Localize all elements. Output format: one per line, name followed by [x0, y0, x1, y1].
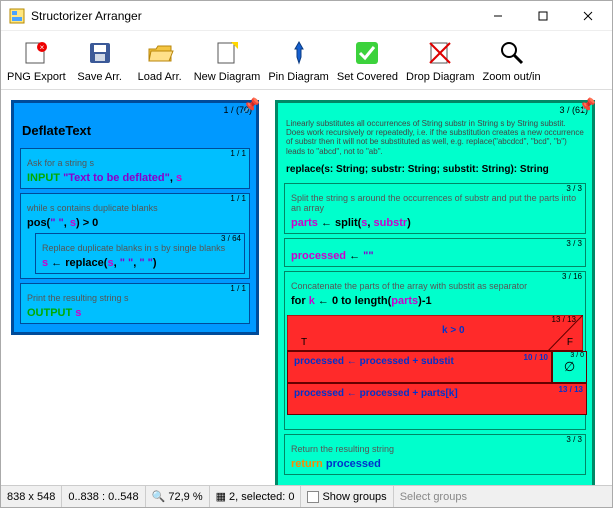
pin-icon — [283, 37, 315, 69]
block-count: 3 / 0 — [553, 352, 586, 359]
block-code: parts ← split(s, substr) — [285, 215, 585, 233]
new-doc-icon — [211, 37, 243, 69]
tool-label: Pin Diagram — [268, 71, 329, 83]
load-arr-button[interactable]: Load Arr. — [130, 35, 190, 85]
block-append-part[interactable]: 13 / 13 processed ← processed + parts[k] — [287, 383, 587, 415]
block-split[interactable]: 3 / 3 Split the string s around the occu… — [284, 183, 586, 234]
folder-open-icon — [144, 37, 176, 69]
show-groups-toggle[interactable]: Show groups — [301, 486, 393, 507]
close-button[interactable] — [565, 2, 610, 30]
new-diagram-button[interactable]: New Diagram — [190, 35, 265, 85]
zoom-icon: 🔍 — [152, 490, 166, 503]
tool-label: Drop Diagram — [406, 71, 474, 83]
empty-icon: ∅ — [553, 359, 586, 375]
block-input[interactable]: 1 / 1 Ask for a string s INPUT "Text to … — [20, 148, 250, 189]
block-count: 3 / 16 — [285, 272, 585, 281]
tool-label: New Diagram — [194, 71, 261, 83]
diagram-canvas[interactable]: 📌 1 / (70) DeflateText 1 / 1 Ask for a s… — [1, 90, 612, 485]
branch-condition[interactable]: 13 / 13 k > 0 T F 10 / 10 processed ← pr… — [287, 315, 583, 427]
block-code: OUTPUT s — [21, 305, 249, 323]
block-comment: Split the string s around the occurrence… — [285, 193, 585, 215]
block-count: 1 / 1 — [21, 149, 249, 158]
diagram-header-count: 1 / (70) — [14, 103, 256, 117]
block-count: 10 / 10 — [524, 353, 548, 362]
block-code: return processed — [285, 456, 585, 474]
tool-label: Save Arr. — [77, 71, 122, 83]
status-zoom: 🔍72,9 % — [146, 486, 210, 507]
set-covered-button[interactable]: Set Covered — [333, 35, 402, 85]
tool-label: Load Arr. — [138, 71, 182, 83]
diagram-title: DeflateText — [14, 117, 256, 148]
block-code: s ← replace(s, " ", " ") — [36, 255, 244, 273]
diagram-description: Linearly substitutes all occurrences of … — [278, 117, 592, 160]
minimize-button[interactable] — [475, 2, 520, 30]
zoom-icon — [496, 37, 528, 69]
block-comment: while s contains duplicate blanks — [21, 203, 249, 215]
block-comment: Return the resulting string — [285, 444, 585, 456]
block-for[interactable]: 3 / 16 Concatenate the parts of the arra… — [284, 271, 586, 430]
condition-expr: k > 0 — [442, 325, 465, 336]
branch-true-body[interactable]: 10 / 10 processed ← processed + substit — [287, 351, 552, 383]
block-code: processed ← "" — [285, 248, 585, 266]
branch-true-label: T — [301, 337, 307, 348]
layers-icon: ▦ — [216, 490, 226, 503]
status-range: 0..838 : 0..548 — [62, 486, 145, 507]
block-count: 13 / 13 — [552, 315, 576, 324]
block-code: processed ← processed + parts[k] — [294, 388, 458, 399]
titlebar: Structorizer Arranger — [1, 1, 612, 31]
window-title: Structorizer Arranger — [31, 9, 475, 23]
export-icon: × — [20, 37, 52, 69]
tool-label: Set Covered — [337, 71, 398, 83]
tool-label: Zoom out/in — [482, 71, 540, 83]
diagram-signature: replace(s: String; substr: String; subst… — [278, 160, 592, 183]
block-comment: Print the resulting string s — [21, 293, 249, 305]
block-code: for k ← 0 to length(parts)-1 — [285, 293, 585, 311]
checkbox-icon — [307, 491, 319, 503]
diagram-deflatetext[interactable]: 📌 1 / (70) DeflateText 1 / 1 Ask for a s… — [11, 100, 259, 335]
drop-diagram-button[interactable]: Drop Diagram — [402, 35, 478, 85]
block-count: 1 / 1 — [21, 194, 249, 203]
branch-false-body[interactable]: 3 / 0 ∅ — [552, 351, 587, 383]
block-code: INPUT "Text to be deflated", s — [21, 170, 249, 188]
block-comment: Replace duplicate blanks in s by single … — [36, 243, 244, 255]
block-count: 1 / 1 — [21, 284, 249, 293]
png-export-button[interactable]: × PNG Export — [3, 35, 70, 85]
save-arr-button[interactable]: Save Arr. — [70, 35, 130, 85]
block-count: 3 / 3 — [285, 184, 585, 193]
status-selection: ▦2, selected: 0 — [210, 486, 302, 507]
block-code: processed ← processed + substit — [294, 356, 454, 367]
save-icon — [84, 37, 116, 69]
diagram-header-count: 3 / (61) — [278, 103, 592, 117]
branch-false-label: F — [567, 337, 573, 348]
check-icon — [351, 37, 383, 69]
drop-icon — [424, 37, 456, 69]
block-replace[interactable]: 3 / 64 Replace duplicate blanks in s by … — [35, 233, 245, 274]
select-groups-button[interactable]: Select groups — [394, 486, 473, 507]
block-code: pos(" ", s) > 0 — [21, 215, 249, 233]
block-count: 3 / 3 — [285, 239, 585, 248]
diagram-replace[interactable]: 📌 3 / (61) Linearly substitutes all occu… — [275, 100, 595, 485]
block-count: 3 / 64 — [36, 234, 244, 243]
pin-diagram-button[interactable]: Pin Diagram — [264, 35, 333, 85]
block-comment: Ask for a string s — [21, 158, 249, 170]
pin-icon: 📌 — [243, 97, 260, 114]
pin-icon: 📌 — [579, 97, 596, 114]
block-while[interactable]: 1 / 1 while s contains duplicate blanks … — [20, 193, 250, 279]
block-count: 13 / 13 — [559, 385, 583, 394]
block-count: 3 / 3 — [285, 435, 585, 444]
maximize-button[interactable] — [520, 2, 565, 30]
status-dimensions: 838 x 548 — [1, 486, 62, 507]
toolbar: × PNG Export Save Arr. Load Arr. New Dia… — [1, 31, 612, 90]
block-comment: Concatenate the parts of the array with … — [285, 281, 585, 293]
block-init-processed[interactable]: 3 / 3 processed ← "" — [284, 238, 586, 267]
svg-text:×: × — [40, 43, 45, 52]
tool-label: PNG Export — [7, 71, 66, 83]
statusbar: 838 x 548 0..838 : 0..548 🔍72,9 % ▦2, se… — [1, 485, 612, 507]
block-output[interactable]: 1 / 1 Print the resulting string s OUTPU… — [20, 283, 250, 324]
zoom-button[interactable]: Zoom out/in — [478, 35, 544, 85]
app-icon — [9, 8, 25, 24]
block-return[interactable]: 3 / 3 Return the resulting string return… — [284, 434, 586, 475]
